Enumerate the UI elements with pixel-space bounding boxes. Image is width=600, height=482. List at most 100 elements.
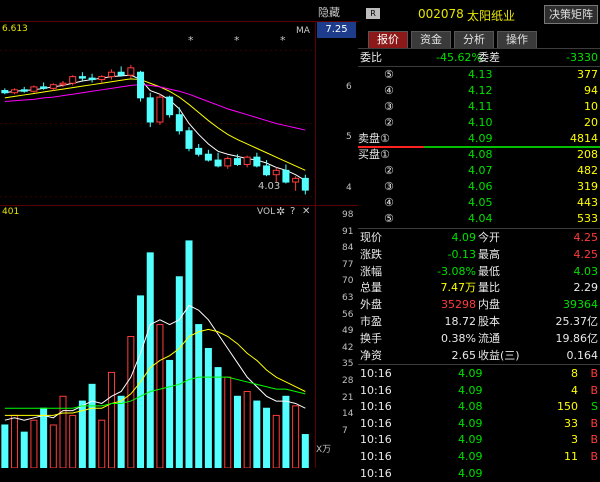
- tick-row: 10:16 4.09 33 B: [358, 415, 600, 432]
- candle-body: [98, 76, 106, 81]
- tab-analysis[interactable]: 分析: [454, 31, 494, 49]
- quote-label: 内盘: [478, 298, 500, 312]
- candle-body: [107, 71, 115, 78]
- bid-level-label: ⑤: [384, 212, 394, 225]
- price-chart[interactable]: [0, 21, 315, 204]
- volume-axis-label: 70: [342, 276, 354, 287]
- tab-quote[interactable]: 报价: [368, 31, 408, 49]
- bid-volume: 319: [577, 180, 598, 193]
- tick-side: B: [590, 450, 598, 463]
- ask-row: ⑤ 4.13 377: [358, 66, 600, 83]
- candle-body: [49, 84, 57, 89]
- volume-bar: [243, 391, 251, 468]
- bid-row: 买盘① 4.08 208: [358, 146, 600, 163]
- candle-body: [146, 97, 154, 123]
- tick-volume: 11: [564, 450, 578, 463]
- tick-volume: 8: [571, 367, 578, 380]
- candle-body: [263, 165, 271, 176]
- volume-bar: [301, 434, 309, 468]
- candle-body: [166, 96, 174, 116]
- ask-level-label: 卖盘①: [358, 132, 390, 145]
- volume-chart[interactable]: [0, 217, 315, 468]
- candle-body: [204, 153, 212, 161]
- candle-body: [69, 76, 77, 84]
- stock-code: 002078: [418, 7, 464, 21]
- quote-value: 39364: [563, 298, 598, 312]
- quote-value: 2.29: [573, 281, 599, 295]
- volume-axis-label: 84: [342, 243, 354, 254]
- quote-label: 涨幅: [360, 264, 382, 278]
- bid-row: ② 4.07 482: [358, 162, 600, 179]
- volume-bar: [1, 424, 9, 468]
- volume-indicator-value: 401: [2, 207, 20, 217]
- volume-axis-label: 35: [342, 359, 354, 370]
- volume-bar: [204, 347, 212, 468]
- tick-side: S: [591, 400, 598, 414]
- bid-row: ③ 4.06 319: [358, 178, 600, 195]
- quote-row: 总量 7.47万 量比 2.29: [358, 279, 600, 296]
- bid-price: 4.06: [468, 180, 493, 193]
- ask-price: 4.11: [468, 100, 493, 113]
- volume-bar: [11, 414, 19, 468]
- quote-label: 最高: [478, 247, 500, 261]
- candle-body: [253, 156, 261, 167]
- quote-value: 0.38%: [441, 331, 476, 345]
- volume-bar: [69, 414, 77, 468]
- candle-body: [195, 147, 203, 155]
- quote-label: 现价: [360, 231, 382, 244]
- tab-funds[interactable]: 资金: [411, 31, 451, 49]
- candle-body: [40, 86, 48, 89]
- quote-value: 4.25: [573, 231, 599, 244]
- price-marker: 7.25: [317, 22, 356, 38]
- bid-volume: 482: [577, 164, 598, 177]
- vol-label: VOL: [257, 207, 276, 217]
- close-icon[interactable]: ✕: [302, 206, 310, 217]
- quote-value: 4.03: [573, 264, 599, 278]
- volume-bar: [282, 395, 290, 468]
- chart-area[interactable]: 隐藏>> 6.613 MA 7.25 * * * 6 5 4 4.03 401 …: [0, 0, 358, 468]
- volume-bar: [88, 383, 96, 468]
- quote-value: 0.164: [566, 348, 599, 362]
- tick-row: 10:16 4.09 11 B: [358, 448, 600, 465]
- tick-price: 4.09: [458, 367, 483, 380]
- help-icon[interactable]: ?: [290, 206, 295, 217]
- ask-level-label: ②: [384, 116, 394, 129]
- candle-body: [301, 177, 309, 191]
- bid-level-label: 买盘①: [358, 148, 390, 161]
- candle-body: [282, 169, 290, 183]
- volume-axis-label: 7: [342, 425, 348, 436]
- weicha-value: -3330: [566, 51, 598, 64]
- volume-bar: [253, 400, 261, 468]
- volume-bar: [195, 324, 203, 468]
- bid-price: 4.05: [468, 196, 493, 209]
- tick-time: 10:16: [360, 433, 392, 447]
- bid-price: 4.08: [468, 148, 493, 161]
- ask-level-label: ④: [384, 84, 394, 97]
- tab-operate[interactable]: 操作: [497, 31, 537, 49]
- ask-volume: 94: [584, 84, 598, 97]
- quote-label: 最低: [478, 264, 500, 278]
- candle-body: [292, 177, 300, 183]
- ask-row: ③ 4.11 10: [358, 98, 600, 115]
- tick-side: B: [590, 416, 598, 430]
- bid-level-label: ④: [384, 196, 394, 209]
- quote-label: 股本: [478, 315, 500, 328]
- tick-row: 10:16 4.09: [358, 465, 600, 482]
- quote-value: 4.09: [451, 231, 477, 244]
- volume-axis: 98 91 84 77 70 63 56 49 42 35 28 21 14 7 X万: [316, 210, 358, 468]
- candle-body: [30, 86, 38, 92]
- candle-body: [214, 159, 222, 167]
- bid-row: ⑤ 4.04 533: [358, 210, 600, 227]
- decision-matrix-button[interactable]: 决策矩阵: [544, 5, 598, 24]
- bid-price: 4.04: [468, 212, 493, 225]
- price-axis-label: 6: [346, 82, 352, 92]
- tick-price: 4.09: [458, 466, 483, 480]
- quote-label: 量比: [478, 281, 500, 295]
- tick-time: 10:16: [360, 466, 392, 480]
- quote-label: 今开: [478, 231, 500, 244]
- quote-row: 现价 4.09 今开 4.25: [358, 229, 600, 246]
- hide-label: 隐藏: [318, 6, 340, 19]
- tick-side: B: [590, 433, 598, 447]
- candle-body: [88, 77, 96, 81]
- quote-row: 市盈 18.72 股本 25.37亿: [358, 313, 600, 330]
